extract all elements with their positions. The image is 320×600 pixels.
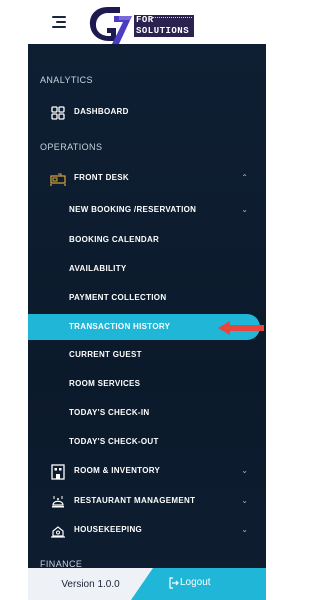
housekeeping-icon xyxy=(51,526,65,538)
restaurant-icon xyxy=(52,496,64,508)
logout-icon xyxy=(169,577,179,589)
logout-label[interactable]: Logout xyxy=(180,577,211,588)
sidebar-item-new-booking[interactable]: NEW BOOKING /RESERVATION ⌄ xyxy=(28,201,266,221)
chevron-down-icon[interactable]: ⌄ xyxy=(241,466,248,475)
chevron-down-icon[interactable]: ⌄ xyxy=(241,525,248,534)
hamburger-menu-icon[interactable] xyxy=(52,16,66,28)
building-icon xyxy=(51,464,65,480)
sidebar-item-current-guest[interactable]: CURRENT GUEST xyxy=(28,346,266,366)
section-analytics: ANALYTICS xyxy=(40,75,93,85)
g7-logo: FOR SOLUTIONS xyxy=(86,4,216,44)
sidebar-item-label: TRANSACTION HISTORY xyxy=(69,322,171,331)
red-arrow-annotation-icon xyxy=(218,321,264,335)
chevron-down-icon[interactable]: ⌄ xyxy=(241,205,248,214)
sidebar-footer: Version 1.0.0 Logout xyxy=(28,568,266,600)
sidebar-item-todays-check-out[interactable]: TODAY'S CHECK-OUT xyxy=(28,433,266,453)
sidebar-item-label: CURRENT GUEST xyxy=(69,350,142,359)
logo-text-solutions: SOLUTIONS xyxy=(136,26,190,36)
sidebar-item-dashboard[interactable]: DASHBOARD xyxy=(28,103,266,123)
sidebar-item-todays-check-in[interactable]: TODAY'S CHECK-IN xyxy=(28,404,266,424)
sidebar-item-room-inventory[interactable]: ROOM & INVENTORY ⌄ xyxy=(28,462,266,482)
section-operations: OPERATIONS xyxy=(40,142,103,152)
sidebar-item-label: HOUSEKEEPING xyxy=(74,525,143,534)
sidebar-item-label: ROOM SERVICES xyxy=(69,379,141,388)
logo-arabic-text xyxy=(152,17,192,19)
sidebar-item-label: RESTAURANT MANAGEMENT xyxy=(74,496,196,505)
sidebar-item-label: AVAILABILITY xyxy=(69,264,127,273)
sidebar-item-label: NEW BOOKING /RESERVATION xyxy=(69,205,197,214)
sidebar-item-label: FRONT DESK xyxy=(74,173,129,182)
sidebar-item-housekeeping[interactable]: HOUSEKEEPING ⌄ xyxy=(28,521,266,541)
sidebar-item-label: DASHBOARD xyxy=(74,107,129,116)
sidebar-item-payment-collection[interactable]: PAYMENT COLLECTION xyxy=(28,289,266,309)
chevron-up-icon[interactable]: ⌃ xyxy=(241,173,248,182)
g7-logo-mark xyxy=(89,7,132,44)
sidebar-item-booking-calendar[interactable]: BOOKING CALENDAR xyxy=(28,231,266,251)
sidebar-item-restaurant-management[interactable]: RESTAURANT MANAGEMENT ⌄ xyxy=(28,492,266,512)
chevron-down-icon[interactable]: ⌄ xyxy=(241,496,248,505)
sidebar-item-label: PAYMENT COLLECTION xyxy=(69,293,167,302)
sidebar-item-label: ROOM & INVENTORY xyxy=(74,466,161,475)
sidebar-item-label: BOOKING CALENDAR xyxy=(69,235,160,244)
sidebar-item-availability[interactable]: AVAILABILITY xyxy=(28,260,266,280)
sidebar: ANALYTICS DASHBOARD OPERATIONS FRONT DES… xyxy=(28,44,266,600)
bed-icon xyxy=(50,173,66,186)
sidebar-item-front-desk[interactable]: FRONT DESK ⌃ xyxy=(28,169,266,189)
sidebar-item-room-services[interactable]: ROOM SERVICES xyxy=(28,375,266,395)
grid-icon xyxy=(51,106,65,120)
top-header: FOR SOLUTIONS xyxy=(0,0,300,44)
sidebar-item-label: TODAY'S CHECK-IN xyxy=(69,408,150,417)
sidebar-item-label: TODAY'S CHECK-OUT xyxy=(69,437,159,446)
